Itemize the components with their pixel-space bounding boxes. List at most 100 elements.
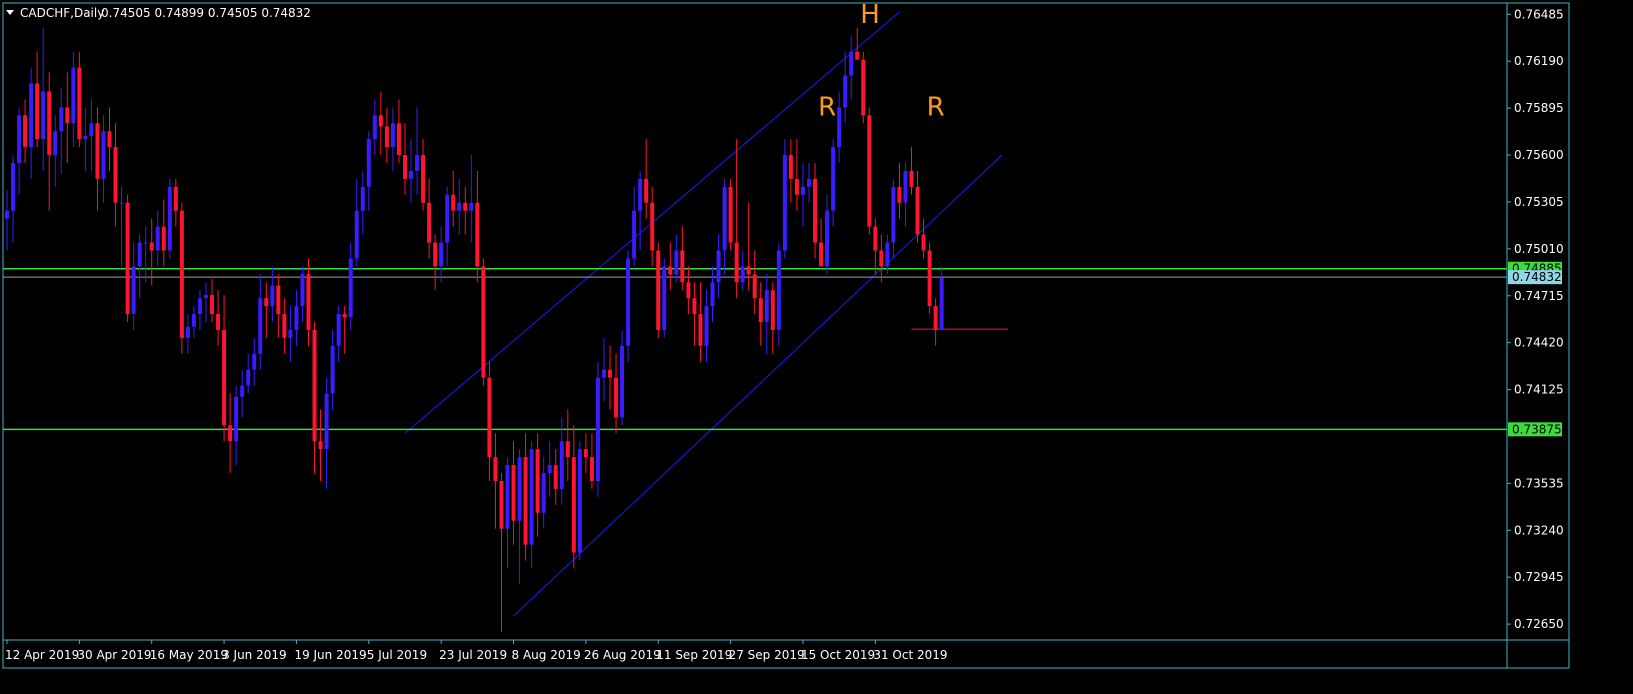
candle-body-bearish bbox=[698, 314, 703, 346]
time-tick-label: 31 Oct 2019 bbox=[873, 648, 947, 662]
candle-body-bearish bbox=[276, 285, 281, 315]
candle-body-bearish bbox=[161, 226, 166, 251]
candle-body-bearish bbox=[553, 465, 558, 489]
candle-body-bullish bbox=[529, 449, 534, 545]
candle-body-bearish bbox=[433, 242, 438, 267]
candle-body-bullish bbox=[776, 250, 781, 330]
candle-body-bearish bbox=[65, 107, 70, 124]
candle-body-bullish bbox=[143, 242, 148, 244]
candle-body-bearish bbox=[583, 449, 588, 458]
candle-body-bearish bbox=[927, 250, 932, 307]
time-tick-label: 8 Aug 2019 bbox=[512, 648, 581, 662]
candle-body-bearish bbox=[77, 67, 82, 140]
candle-body-bearish bbox=[656, 250, 661, 330]
candle-body-bullish bbox=[764, 290, 769, 322]
time-tick-label: 3 Jun 2019 bbox=[222, 648, 287, 662]
candle-body-bearish bbox=[855, 51, 860, 60]
candle-body-bullish bbox=[601, 369, 606, 378]
candle-body-bullish bbox=[240, 385, 245, 397]
candle-body-bullish bbox=[137, 242, 142, 267]
candle-body-bearish bbox=[915, 186, 920, 235]
candle-body-bearish bbox=[113, 147, 118, 203]
candle-body-bearish bbox=[909, 170, 914, 187]
chevron-down-icon[interactable] bbox=[6, 10, 14, 15]
candle-body-bullish bbox=[517, 457, 522, 521]
candle-body-bearish bbox=[867, 115, 872, 227]
candle-body-bullish bbox=[252, 353, 257, 370]
candle-body-bullish bbox=[638, 178, 643, 211]
candle-body-bearish bbox=[728, 186, 733, 243]
time-tick-label: 26 Aug 2019 bbox=[584, 648, 661, 662]
candle-body-bearish bbox=[396, 123, 401, 156]
candle-body-bullish bbox=[300, 274, 305, 307]
candle-body-bearish bbox=[565, 441, 570, 458]
candle-body-bullish bbox=[457, 202, 462, 211]
candle-body-bearish bbox=[758, 298, 763, 322]
candle-body-bearish bbox=[686, 282, 691, 299]
candle-body-bearish bbox=[861, 59, 866, 116]
candle-body-bullish bbox=[83, 135, 88, 140]
candle-body-bullish bbox=[939, 277, 944, 330]
candlestick-chart: RHR 0.764850.761900.758950.756000.753050… bbox=[2, 0, 1570, 669]
channel-lower-line bbox=[513, 154, 1003, 617]
candle-body-bearish bbox=[228, 425, 233, 442]
candle-body-bearish bbox=[746, 266, 751, 275]
candle-body-bullish bbox=[849, 51, 854, 76]
candle-body-bearish bbox=[421, 155, 426, 203]
candle-body-bullish bbox=[415, 155, 420, 171]
candle-body-bearish bbox=[523, 457, 528, 545]
candle-body-bullish bbox=[119, 202, 124, 204]
candle-body-bearish bbox=[499, 481, 504, 529]
candle-body-bullish bbox=[372, 115, 377, 140]
candle-body-bullish bbox=[716, 250, 721, 283]
candle-body-bearish bbox=[264, 298, 269, 307]
candle-body-bearish bbox=[35, 83, 40, 140]
candle-body-bullish bbox=[360, 186, 365, 211]
time-tick-label: 19 Jun 2019 bbox=[294, 648, 366, 662]
candle-body-bearish bbox=[342, 314, 347, 318]
pattern-label: H bbox=[860, 0, 880, 30]
current-price-tag-label: 0.74832 bbox=[1512, 270, 1562, 284]
price-tick-label: 0.76485 bbox=[1514, 7, 1564, 21]
candle-body-bullish bbox=[740, 266, 745, 283]
candle-body-bearish bbox=[921, 234, 926, 251]
candle-body-bearish bbox=[318, 441, 323, 450]
candle-body-bearish bbox=[107, 131, 112, 148]
candle-body-bullish bbox=[270, 285, 275, 307]
candle-body-bearish bbox=[282, 314, 287, 338]
candle-body-bullish bbox=[101, 131, 106, 179]
price-tick-label: 0.75010 bbox=[1514, 242, 1564, 256]
candle-body-bullish bbox=[547, 465, 552, 474]
candle-body-bearish bbox=[511, 465, 516, 521]
time-tick-label: 16 May 2019 bbox=[150, 648, 228, 662]
ohlc-values: 0.74505 0.74899 0.74505 0.74832 bbox=[101, 6, 311, 20]
candle-body-bullish bbox=[409, 170, 414, 179]
candle-body-bullish bbox=[710, 282, 715, 307]
candle-body-bearish bbox=[535, 449, 540, 513]
candle-body-bullish bbox=[348, 258, 353, 318]
candle-body-bullish bbox=[5, 210, 9, 219]
candle-body-bullish bbox=[674, 250, 679, 275]
candle-body-bearish bbox=[614, 377, 619, 418]
candle-body-bearish bbox=[427, 202, 432, 243]
candle-body-bullish bbox=[258, 298, 263, 354]
candle-body-bullish bbox=[336, 314, 341, 346]
candle-body-bullish bbox=[197, 298, 202, 315]
drawn-lines-layer bbox=[3, 11, 1507, 617]
candle-body-bullish bbox=[505, 465, 510, 529]
candle-body-bearish bbox=[752, 274, 757, 299]
candle-body-bullish bbox=[203, 294, 208, 299]
candle-body-bearish bbox=[493, 457, 498, 481]
candle-body-bullish bbox=[324, 393, 329, 450]
candle-body-bullish bbox=[469, 202, 474, 211]
candle-body-bullish bbox=[185, 326, 190, 338]
candle-body-bearish bbox=[475, 202, 480, 267]
price-tick-label: 0.72945 bbox=[1514, 570, 1564, 584]
candle-body-bearish bbox=[879, 250, 884, 267]
candle-body-bearish bbox=[378, 115, 383, 127]
candle-body-bullish bbox=[155, 226, 160, 251]
candle-body-bullish bbox=[41, 91, 46, 140]
candle-body-bearish bbox=[95, 123, 100, 179]
candle-body-bearish bbox=[770, 290, 775, 330]
candle-body-bullish bbox=[782, 155, 787, 251]
